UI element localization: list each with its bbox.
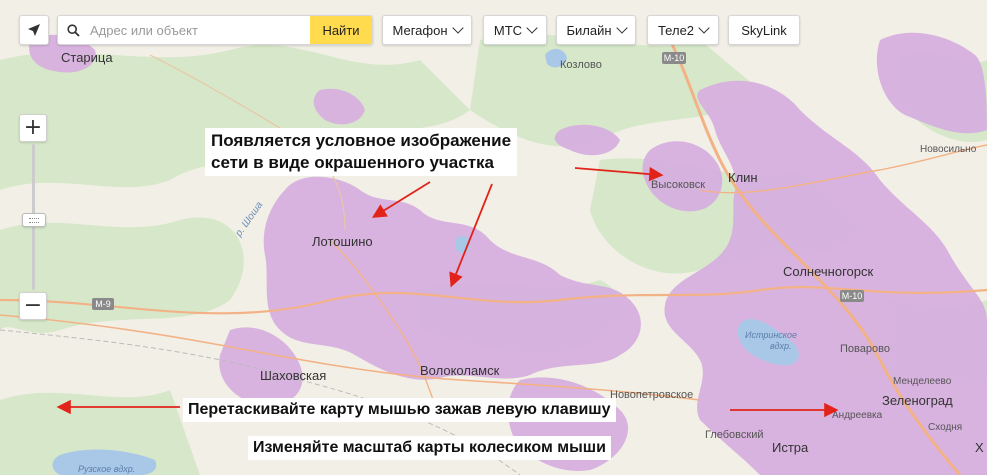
- chevron-down-icon: [698, 22, 710, 34]
- m10-mid-label: М-10: [842, 291, 863, 301]
- operator-mts-label: МТС: [493, 22, 523, 38]
- chevron-down-icon: [451, 22, 464, 34]
- annotation-scroll: Изменяйте масштаб карты колесиком мыши: [248, 436, 611, 460]
- zoom-in-button[interactable]: +: [19, 114, 47, 142]
- search-icon: [58, 16, 88, 44]
- label-istra-reservoir-2: вдхр.: [770, 341, 791, 351]
- label-staritsa: Старица: [61, 50, 113, 65]
- find-button[interactable]: Найти: [310, 16, 372, 44]
- label-lotoshino: Лотошино: [312, 234, 373, 249]
- search-input[interactable]: [88, 21, 312, 39]
- operator-megafon-button[interactable]: Мегафон: [382, 15, 472, 45]
- zoom-out-button[interactable]: −: [19, 292, 47, 320]
- operator-beeline-button[interactable]: Билайн: [556, 15, 636, 45]
- operator-megafon-label: Мегафон: [392, 22, 448, 38]
- zoom-slider-handle[interactable]: [22, 213, 46, 227]
- annotation-coverage-line1: Появляется условное изображение: [211, 131, 512, 150]
- annotation-coverage-line2: сети в виде окрашенного участка: [211, 153, 494, 172]
- search-box: Найти: [57, 15, 373, 45]
- label-istra: Истра: [772, 440, 809, 455]
- m9-label: М-9: [95, 299, 111, 309]
- label-istra-reservoir: Истринское: [745, 330, 797, 340]
- label-andreevka: Андреевка: [832, 410, 883, 421]
- label-solnechnogorsk: Солнечногорск: [783, 264, 873, 279]
- label-khimki: Х: [975, 440, 984, 455]
- label-novoshino: Новосильно: [920, 144, 977, 155]
- operator-skylink-button[interactable]: SkyLink: [728, 15, 800, 45]
- label-skhodnya: Сходня: [928, 422, 962, 433]
- annotation-drag: Перетаскивайте карту мышью зажав левую к…: [183, 398, 616, 422]
- operator-tele2-label: Теле2: [657, 22, 695, 38]
- label-zelenograd: Зеленоград: [882, 393, 953, 408]
- operator-tele2-button[interactable]: Теле2: [647, 15, 719, 45]
- grip-icon: [29, 218, 39, 223]
- label-klin: Клин: [728, 170, 758, 185]
- label-ruzskoe: Рузское вдхр.: [78, 464, 135, 474]
- label-volokolamsk: Волоколамск: [420, 363, 500, 378]
- chevron-down-icon: [526, 22, 538, 34]
- label-novopetrovskoe: Новопетровское: [610, 389, 693, 401]
- m10-top-label: М-10: [664, 53, 685, 63]
- operator-beeline-label: Билайн: [566, 22, 612, 38]
- label-vysokovsk: Высоковск: [651, 179, 705, 191]
- label-kozlovo: Козлово: [560, 59, 602, 71]
- operator-skylink-label: SkyLink: [741, 22, 787, 38]
- operator-mts-button[interactable]: МТС: [483, 15, 547, 45]
- geolocation-button[interactable]: [19, 15, 49, 45]
- chevron-down-icon: [615, 22, 628, 34]
- annotation-coverage: Появляется условное изображение сети в в…: [205, 128, 518, 176]
- geolocation-arrow-icon: [28, 24, 40, 36]
- label-mendeleevo: Менделеево: [893, 376, 952, 387]
- label-povarovo: Поварово: [840, 343, 890, 355]
- label-glebovsky: Глебовский: [705, 429, 764, 441]
- label-shakhovskaya: Шаховская: [260, 368, 326, 383]
